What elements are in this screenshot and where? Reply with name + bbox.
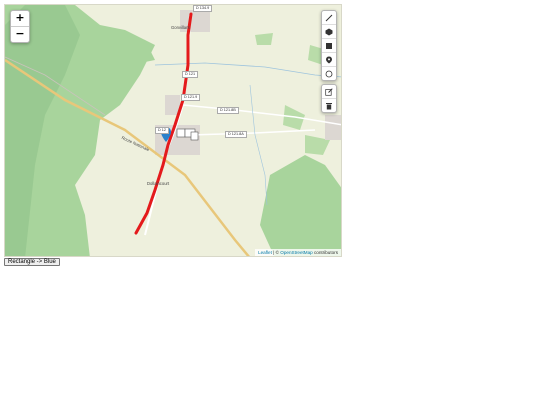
draw-marker-button[interactable] [322,53,336,67]
draw-polyline-button[interactable] [322,11,336,25]
draw-rectangle-button[interactable] [322,39,336,53]
edit-layers-button[interactable] [322,85,336,99]
trash-icon [326,102,332,109]
attribution-suffix: contributors [312,250,338,255]
draw-polygon-button[interactable] [322,25,336,39]
map-tiles [5,5,341,256]
road-label: D 12 [155,127,170,134]
zoom-out-button[interactable]: − [11,26,29,42]
rectangle-color-toggle-button[interactable]: Rectangle -> Blue [4,258,60,266]
edit-icon [325,87,333,96]
road-label: D 134.9 [193,5,213,12]
delete-layers-button[interactable] [322,99,336,112]
road-label: D 121 [182,71,199,78]
leaflet-link[interactable]: Leaflet [258,250,272,255]
circle-icon [325,70,333,77]
draw-circle-button[interactable] [322,67,336,80]
osm-link[interactable]: OpenStreetMap [280,250,312,255]
road-label: D 121.9 [181,94,201,101]
polyline-icon [325,14,333,21]
place-label: Gonvillars [171,25,190,30]
draw-toolbar [321,10,337,81]
rectangle-icon [326,42,332,49]
polygon-icon [325,28,333,35]
marker-icon [326,56,332,63]
zoom-control: + − [10,10,30,43]
place-label: Dollaincourt [147,181,170,186]
map-attribution: Leaflet | © OpenStreetMap contributors [255,249,341,256]
zoom-in-button[interactable]: + [11,11,29,26]
road-label: D 121.8A [225,131,247,138]
edit-toolbar [321,84,337,113]
road-label: D 121.8B [217,107,239,114]
map-view[interactable]: D 134.9 D 121 D 121.9 D 121.8B D 121.8A … [4,4,342,257]
